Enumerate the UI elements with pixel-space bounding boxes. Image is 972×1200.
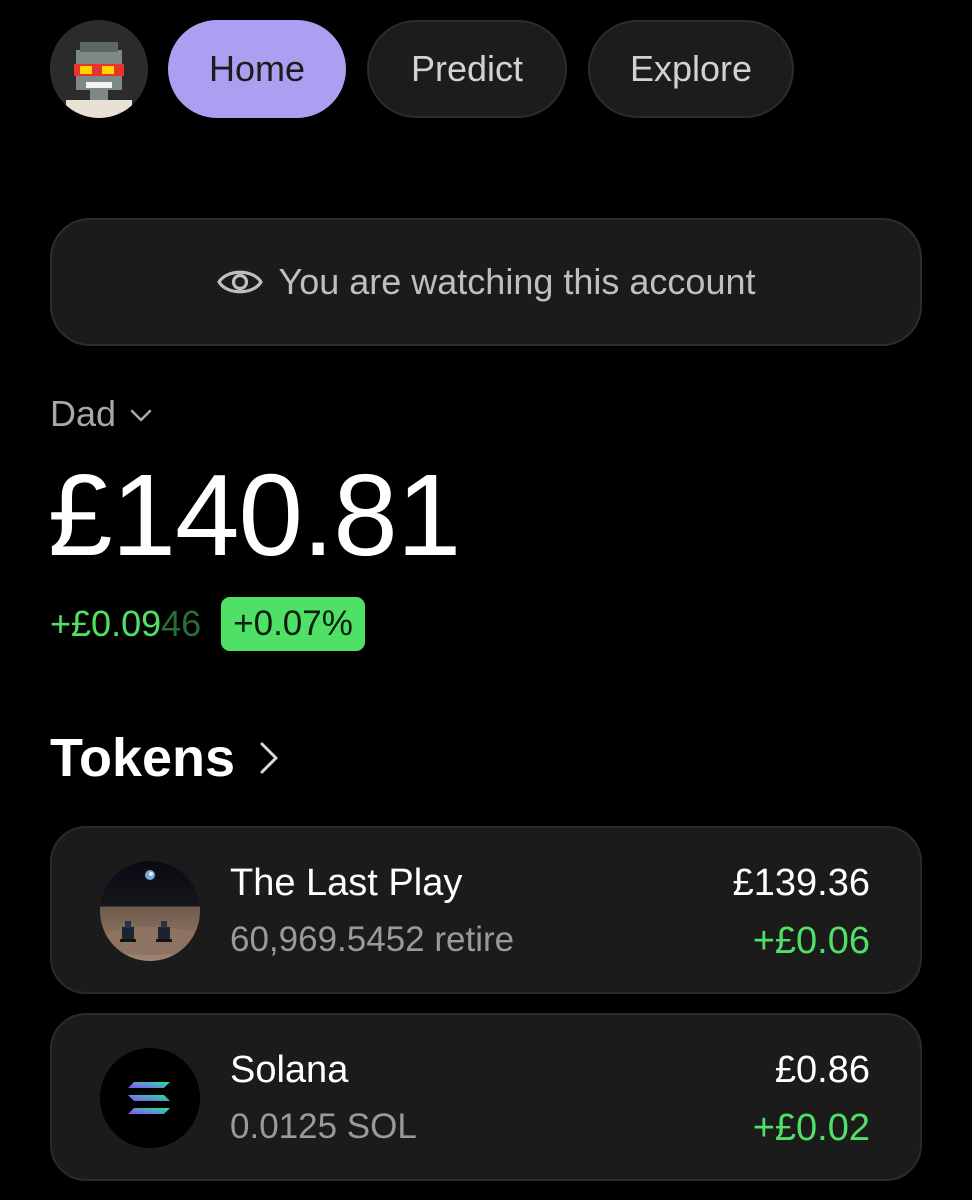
balance-change-amount: +£0.09: [50, 603, 162, 644]
token-amount: 0.0125 SOL: [230, 1107, 417, 1146]
token-name: The Last Play: [230, 862, 463, 904]
tab-predict[interactable]: Predict: [367, 20, 567, 118]
token-change: +£0.02: [752, 1107, 870, 1149]
wallet-home-screen: Home Predict Explore You are watching th…: [0, 0, 972, 1200]
token-value: £139.36: [732, 862, 870, 904]
token-name: Solana: [230, 1049, 349, 1091]
total-balance: £140.81: [48, 450, 461, 580]
watching-text: You are watching this account: [278, 261, 756, 302]
balance-change-extra-digits: 46: [161, 603, 202, 644]
account-selector[interactable]: Dad: [50, 392, 152, 436]
chevron-right-icon: [260, 742, 278, 774]
eye-icon: [216, 270, 263, 294]
balance-change-percent-badge: +0.07%: [221, 597, 365, 651]
pixel-avatar-icon[interactable]: [50, 20, 148, 118]
tab-home[interactable]: Home: [168, 20, 346, 118]
balance-change-row: +£0.09 46 +0.07%: [50, 596, 365, 652]
chevron-down-icon: [130, 409, 152, 422]
the-last-play-token-icon: [100, 861, 200, 961]
token-amount: 60,969.5452 retire: [230, 920, 515, 959]
account-name: Dad: [50, 393, 117, 434]
tokens-title: Tokens: [50, 728, 236, 788]
solana-token-icon: [100, 1048, 200, 1148]
tokens-section-header[interactable]: Tokens: [50, 726, 279, 790]
token-value: £0.86: [774, 1049, 870, 1091]
token-row[interactable]: Solana 0.0125 SOL £0.86 +£0.02: [50, 1013, 922, 1181]
token-change: +£0.06: [752, 920, 870, 962]
watching-account-banner: You are watching this account: [50, 218, 922, 346]
tab-explore[interactable]: Explore: [588, 20, 794, 118]
top-navigation: Home Predict Explore: [50, 20, 815, 118]
token-row[interactable]: The Last Play 60,969.5452 retire £139.36…: [50, 826, 922, 994]
